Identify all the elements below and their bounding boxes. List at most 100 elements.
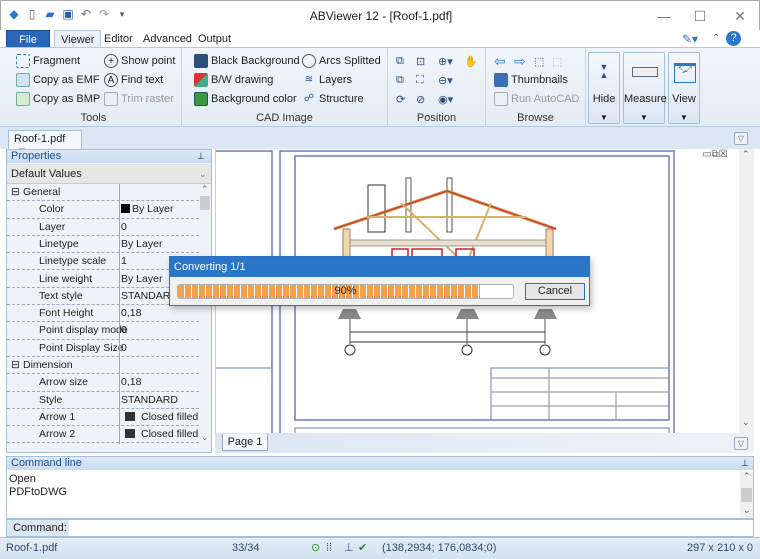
- show-point-button[interactable]: + Show point: [104, 53, 175, 69]
- layers-icon: ≋: [304, 74, 314, 85]
- property-category[interactable]: ⊟ General: [7, 184, 199, 202]
- properties-scrollbar[interactable]: ⌃ ⌄: [199, 184, 211, 446]
- tab-editor[interactable]: Editor: [98, 30, 139, 48]
- scroll-down-icon[interactable]: ⌄: [742, 417, 750, 428]
- command-log-scrollbar[interactable]: ⌃ ⌄: [740, 471, 753, 518]
- rotate-3d-icon[interactable]: ⟳: [396, 91, 405, 107]
- bw-drawing-button[interactable]: B/W drawing: [194, 72, 273, 88]
- property-row[interactable]: Point display mode 0: [7, 322, 199, 340]
- cancel-button[interactable]: Cancel: [525, 283, 585, 300]
- property-value[interactable]: 0,18: [121, 305, 141, 322]
- layers-button[interactable]: ≋ Layers: [302, 72, 352, 88]
- zoom-previous-icon[interactable]: ⊘: [416, 91, 425, 107]
- property-value[interactable]: STANDARD: [121, 392, 178, 409]
- progress-text: 90%: [334, 285, 357, 297]
- property-value[interactable]: 0: [121, 219, 127, 236]
- collapse-icon[interactable]: ⊟: [11, 184, 20, 201]
- minimize-button[interactable]: —: [647, 5, 681, 27]
- background-color-button[interactable]: Background color: [194, 91, 297, 107]
- property-row[interactable]: Arrow 1 Closed filled: [7, 409, 199, 427]
- hide-icon: ▼ ▲: [599, 62, 609, 80]
- mdi-controls-icon[interactable]: ▭⧉☒: [702, 149, 728, 160]
- pin-icon[interactable]: ⊥: [741, 458, 749, 469]
- property-row[interactable]: Point Display Size 0: [7, 340, 199, 357]
- fit-page-icon[interactable]: ⧉: [396, 53, 404, 69]
- scroll-down-icon[interactable]: ⌄: [201, 432, 209, 443]
- run-autocad-button[interactable]: Run AutoCAD: [494, 91, 579, 107]
- property-row[interactable]: Style STANDARD: [7, 392, 199, 409]
- command-input[interactable]: [70, 520, 752, 536]
- arc-icon: [302, 54, 316, 68]
- thumbnails-button[interactable]: Thumbnails: [494, 72, 568, 88]
- zoom-in-icon[interactable]: ⊕▾: [438, 53, 453, 69]
- pan-hand-icon[interactable]: ✋: [464, 53, 478, 69]
- forward-arrow-icon[interactable]: ⇨: [514, 53, 526, 69]
- scroll-up-icon[interactable]: ⌃: [743, 471, 751, 482]
- fit-width-icon[interactable]: ⧉: [396, 72, 404, 88]
- maximize-button[interactable]: ☐: [683, 5, 717, 27]
- group-label-cad-image: CAD Image: [256, 112, 313, 124]
- property-row[interactable]: Layer 0: [7, 219, 199, 236]
- collapse-ribbon-icon[interactable]: ⌃: [712, 33, 720, 44]
- property-value[interactable]: Closed filled: [121, 409, 198, 426]
- footing: [456, 309, 479, 319]
- property-category[interactable]: ⊟ Dimension: [7, 357, 199, 375]
- find-text-button[interactable]: A Find text: [104, 72, 163, 88]
- back-arrow-icon[interactable]: ⇦: [494, 53, 506, 69]
- black-background-button[interactable]: Black Background: [194, 53, 300, 69]
- view-button[interactable]: ⤡⤢ View ▼: [668, 52, 700, 124]
- copy-emf-button[interactable]: Copy as EMF: [16, 72, 100, 88]
- canvas-vertical-scrollbar[interactable]: ⌃ ⌄: [739, 149, 754, 433]
- tab-output[interactable]: Output: [192, 30, 237, 48]
- collapse-icon[interactable]: ⊟: [11, 357, 20, 374]
- trim-raster-button[interactable]: Trim raster: [104, 91, 174, 107]
- arcs-splitted-button[interactable]: Arcs Splitted: [302, 53, 381, 69]
- property-value[interactable]: 0: [121, 322, 127, 339]
- hide-button[interactable]: ▼ ▲ Hide ▼: [588, 52, 620, 124]
- property-value[interactable]: 0: [121, 340, 127, 357]
- scroll-down-icon[interactable]: ⌄: [743, 505, 751, 516]
- tab-list-icon[interactable]: ▽: [734, 132, 748, 145]
- property-row[interactable]: Color By Layer: [7, 201, 199, 219]
- sync-icon[interactable]: ⬚: [534, 53, 544, 69]
- zoom-real-icon[interactable]: ◉▾: [438, 91, 453, 107]
- polar-tracking-icon[interactable]: ✔: [358, 538, 367, 558]
- scroll-thumb[interactable]: [200, 196, 210, 210]
- property-row[interactable]: Arrow 2 Closed filled: [7, 426, 199, 444]
- property-value[interactable]: By Layer: [121, 201, 173, 218]
- scroll-thumb[interactable]: [741, 488, 752, 502]
- close-button[interactable]: ✕: [723, 5, 757, 27]
- grid-icon[interactable]: ⁞⁞: [326, 538, 332, 558]
- ruler-icon: [632, 67, 658, 77]
- page-list-icon[interactable]: ▽: [734, 437, 748, 450]
- copy-bmp-button[interactable]: Copy as BMP: [16, 91, 100, 107]
- tab-file[interactable]: File: [6, 30, 50, 48]
- property-row[interactable]: Font Height 0,18: [7, 305, 199, 323]
- fragment-button[interactable]: Fragment: [16, 53, 80, 69]
- page-tab[interactable]: Page 1: [222, 434, 268, 451]
- measure-button[interactable]: Measure ▼: [623, 52, 667, 124]
- tab-advanced[interactable]: Advanced: [137, 30, 198, 48]
- property-value[interactable]: 1: [121, 253, 127, 270]
- property-row[interactable]: Linetype By Layer: [7, 236, 199, 254]
- property-value[interactable]: By Layer: [121, 236, 162, 253]
- style-icon[interactable]: ✎▾: [682, 32, 698, 46]
- property-value[interactable]: By Layer: [121, 271, 162, 288]
- ortho-icon[interactable]: ⊥: [344, 538, 354, 558]
- structure-button[interactable]: ☍ Structure: [302, 91, 364, 107]
- properties-combo[interactable]: Default Values ⌄: [7, 164, 211, 184]
- property-value[interactable]: 0,18: [121, 374, 141, 391]
- pin-icon[interactable]: ⊥: [197, 151, 205, 162]
- fit-all-icon[interactable]: ⛶: [416, 72, 424, 88]
- zoom-window-icon[interactable]: ⊡: [416, 53, 425, 69]
- snap-magnet-icon[interactable]: ⊙: [311, 538, 320, 558]
- properties-header: Properties: [7, 150, 211, 163]
- zoom-out-icon[interactable]: ⊖▾: [438, 72, 453, 88]
- property-value[interactable]: Closed filled: [121, 426, 198, 443]
- document-tab[interactable]: Roof-1.pdf ⊠: [8, 130, 82, 156]
- scroll-up-icon[interactable]: ⌃: [201, 184, 209, 195]
- scroll-up-icon[interactable]: ⌃: [742, 149, 750, 160]
- property-row[interactable]: Arrow size 0,18: [7, 374, 199, 392]
- help-icon[interactable]: ?: [726, 31, 741, 46]
- property-name: Text style: [39, 289, 83, 302]
